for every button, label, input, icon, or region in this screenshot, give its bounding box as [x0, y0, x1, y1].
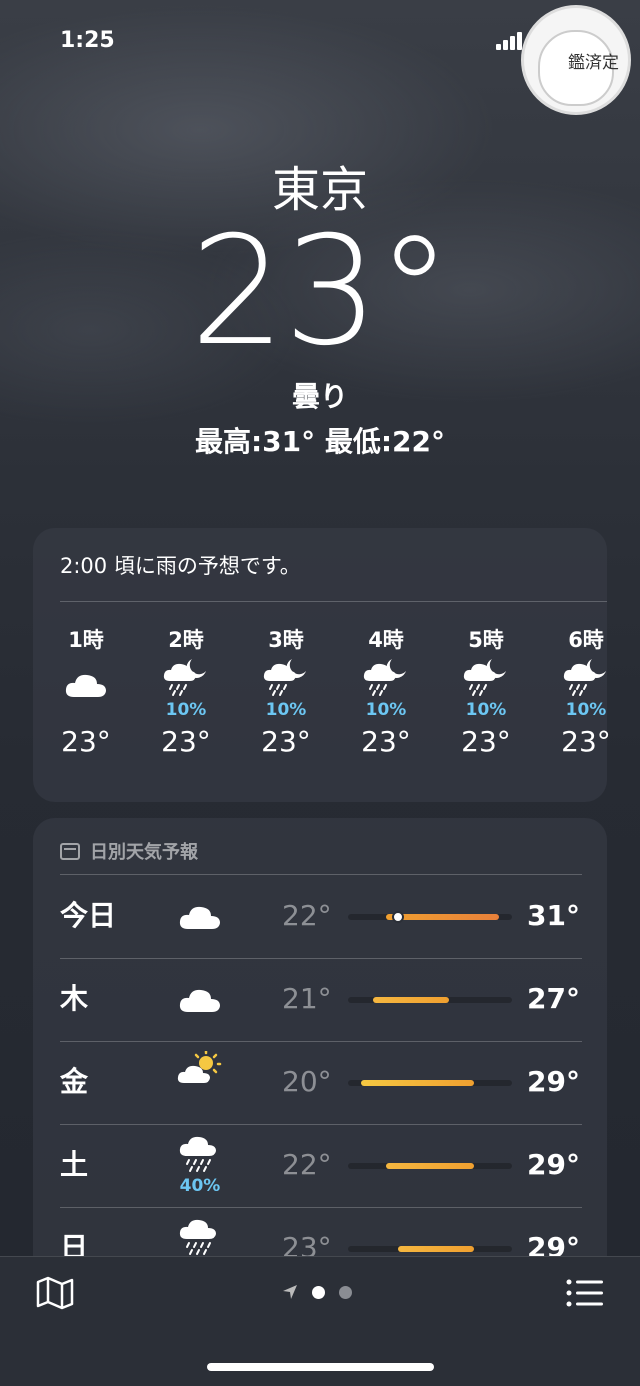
daily-row[interactable]: 今日 22° 31°: [60, 875, 582, 957]
temp-range-bar: [348, 911, 512, 923]
current-temperature: 23°: [190, 205, 452, 379]
daily-high: 31°: [527, 899, 580, 932]
cloud-moon-rain-icon: [146, 655, 226, 699]
daily-low: 22°: [282, 899, 332, 932]
temp-range-fill: [373, 997, 449, 1003]
hourly-precip: 10%: [465, 700, 507, 720]
hourly-item: 3時 10% 23°: [246, 625, 326, 758]
page-indicator[interactable]: [282, 1284, 352, 1300]
high-low-text: 最高:31° 最低:22°: [194, 425, 446, 458]
hourly-time: 1時: [68, 628, 104, 652]
hourly-time: 6時: [568, 628, 604, 652]
hourly-item: 5時 10% 23°: [446, 625, 526, 758]
hourly-item: 6時 10% 23°: [546, 625, 626, 758]
temp-range-fill: [398, 1246, 475, 1252]
daily-header-label: 日別天気予報: [90, 842, 198, 863]
page-dot[interactable]: [339, 1285, 352, 1299]
hourly-temp: 23°: [261, 725, 311, 758]
home-indicator[interactable]: [207, 1363, 434, 1371]
cloud-icon: [170, 885, 230, 947]
temp-range-fill: [360, 1080, 475, 1086]
hourly-summary: 2:00 頃に雨の予想です。: [60, 554, 301, 578]
daily-low: 21°: [282, 982, 332, 1015]
hourly-precip: 10%: [165, 700, 207, 720]
hourly-item: 4時 10% 23°: [346, 625, 426, 758]
map-icon[interactable]: [36, 1276, 74, 1310]
hourly-item: 1時 23°: [46, 625, 126, 758]
daily-row[interactable]: 土 40% 22° 29°: [60, 1124, 582, 1206]
hourly-time: 2時: [168, 628, 204, 652]
daily-day-label: 木: [60, 982, 89, 1015]
page-dot-active[interactable]: [312, 1285, 325, 1299]
daily-day-label: 今日: [60, 899, 117, 932]
hourly-divider: [60, 601, 607, 602]
daily-high: 29°: [527, 1148, 580, 1181]
daily-precip: 40%: [179, 1176, 221, 1196]
seal-stamp: 鑑済定: [568, 53, 619, 73]
watermark-logo: 鑑済定: [521, 5, 631, 115]
hourly-precip: 10%: [365, 700, 407, 720]
calendar-icon: [60, 842, 80, 860]
temp-range-fill: [385, 1163, 475, 1169]
cloud-moon-rain-icon: [446, 655, 526, 699]
cloud-moon-rain-icon: [246, 655, 326, 699]
temp-range-bar: [348, 1080, 512, 1086]
hourly-temp: 23°: [461, 725, 511, 758]
daily-day-label: 金: [60, 1065, 89, 1098]
cloud-icon: [46, 655, 126, 699]
hourly-time: 3時: [268, 628, 304, 652]
hourly-time: 4時: [368, 628, 404, 652]
current-temp-marker: [392, 911, 405, 923]
hourly-item: 2時 10% 23°: [146, 625, 226, 758]
daily-day-label: 土: [60, 1148, 89, 1181]
hourly-temp: 23°: [61, 725, 111, 758]
daily-high: 27°: [527, 982, 580, 1015]
hourly-temp: 23°: [361, 725, 411, 758]
hourly-precip: 10%: [565, 700, 607, 720]
temp-range-bar: [348, 1163, 512, 1169]
daily-high: 29°: [527, 1065, 580, 1098]
hourly-temp: 23°: [561, 725, 611, 758]
cloud-icon: [170, 968, 230, 1030]
temp-range-bar: [348, 1246, 512, 1252]
condition-text: 曇り: [291, 380, 348, 413]
daily-low: 20°: [282, 1065, 332, 1098]
hourly-time: 5時: [468, 628, 504, 652]
cloud-moon-rain-icon: [546, 655, 626, 699]
hourly-precip: 10%: [265, 700, 307, 720]
status-time: 1:25: [60, 28, 115, 53]
hourly-temp: 23°: [161, 725, 211, 758]
daily-row[interactable]: 木 21° 27°: [60, 958, 582, 1040]
list-icon[interactable]: [566, 1278, 604, 1308]
temp-range-bar: [348, 997, 512, 1003]
cloud-rain-icon: 40%: [170, 1134, 230, 1196]
cloud-sun-icon: [170, 1049, 230, 1113]
daily-low: 22°: [282, 1148, 332, 1181]
location-arrow-icon: [283, 1285, 297, 1299]
daily-header: 日別天気予報: [60, 838, 198, 864]
daily-row[interactable]: 金 20° 29°: [60, 1041, 582, 1123]
cloud-moon-rain-icon: [346, 655, 426, 699]
